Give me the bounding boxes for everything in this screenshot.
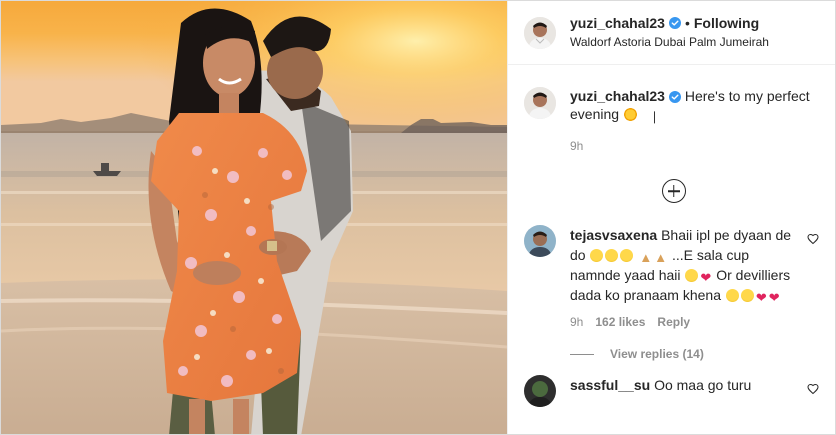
comment-avatar-image bbox=[524, 375, 556, 407]
view-replies-button[interactable]: View replies (14) bbox=[570, 347, 823, 361]
caption-time[interactable]: 9h bbox=[570, 137, 820, 155]
comment-item: tejasvsaxena Bhaii ipl pe dyaan de do ▲ ▲… bbox=[524, 225, 823, 329]
comments-section: yuzi_chahal23 Here's to my perfect eveni… bbox=[508, 65, 835, 407]
comment-item: sassful__su Oo maa go turu bbox=[524, 375, 823, 407]
verified-badge-icon bbox=[668, 17, 681, 29]
laughing-emoji bbox=[605, 249, 619, 262]
folded-hands-emoji: ▲ bbox=[639, 250, 653, 265]
heart-emoji: ❤ bbox=[768, 290, 780, 305]
post-header: yuzi_chahal23 • Following Waldorf Astori… bbox=[508, 1, 835, 65]
laughing-emoji bbox=[685, 269, 699, 282]
comment-time[interactable]: 9h bbox=[570, 315, 583, 329]
comment-avatar-image bbox=[524, 225, 556, 257]
bathtub-emoji: ⎹ bbox=[642, 110, 655, 124]
heart-emoji: ❤ bbox=[755, 290, 767, 305]
heart-emoji: ❤ bbox=[700, 270, 712, 285]
following-button[interactable]: Following bbox=[694, 15, 759, 31]
replies-line bbox=[570, 353, 594, 355]
post-side-panel: yuzi_chahal23 • Following Waldorf Astori… bbox=[507, 1, 835, 434]
caption-avatar-image bbox=[524, 87, 556, 119]
load-more-plus-icon[interactable] bbox=[661, 179, 686, 203]
caption-avatar[interactable] bbox=[524, 87, 556, 119]
post-photo[interactable] bbox=[1, 1, 507, 434]
comment-username[interactable]: sassful__su bbox=[570, 377, 650, 393]
header-separator: • bbox=[684, 15, 690, 31]
caption-verified-badge-icon bbox=[668, 91, 681, 104]
comment-avatar[interactable] bbox=[524, 375, 556, 407]
post-location[interactable]: Waldorf Astoria Dubai Palm Jumeirah bbox=[570, 34, 769, 50]
like-comment-heart-icon[interactable] bbox=[807, 383, 819, 395]
sunset-beach-couple-image bbox=[1, 1, 507, 434]
comment-likes[interactable]: 162 likes bbox=[595, 315, 645, 329]
post-caption: yuzi_chahal23 Here's to my perfect eveni… bbox=[524, 65, 823, 155]
instagram-post: yuzi_chahal23 • Following Waldorf Astori… bbox=[0, 0, 836, 435]
folded-hands-emoji: ▲ bbox=[654, 250, 668, 265]
like-comment-heart-icon[interactable] bbox=[807, 233, 819, 245]
laughing-emoji bbox=[590, 249, 604, 262]
reply-button[interactable]: Reply bbox=[657, 315, 690, 329]
author-avatar-image bbox=[524, 16, 556, 49]
comment-avatar[interactable] bbox=[524, 225, 556, 257]
laughing-emoji bbox=[725, 289, 739, 302]
view-replies-label: View replies (14) bbox=[610, 347, 704, 361]
comment-username[interactable]: tejasvsaxena bbox=[570, 227, 657, 243]
author-avatar[interactable] bbox=[524, 16, 556, 49]
laughing-emoji bbox=[620, 249, 634, 262]
comment-meta: 9h 162 likes Reply bbox=[570, 315, 792, 329]
caption-username[interactable]: yuzi_chahal23 bbox=[570, 88, 665, 104]
laughing-emoji bbox=[740, 289, 754, 302]
comment-text-1: Oo maa go turu bbox=[654, 377, 752, 393]
sun-emoji bbox=[623, 108, 637, 121]
load-more-comments bbox=[524, 179, 823, 203]
author-username[interactable]: yuzi_chahal23 bbox=[570, 15, 665, 31]
